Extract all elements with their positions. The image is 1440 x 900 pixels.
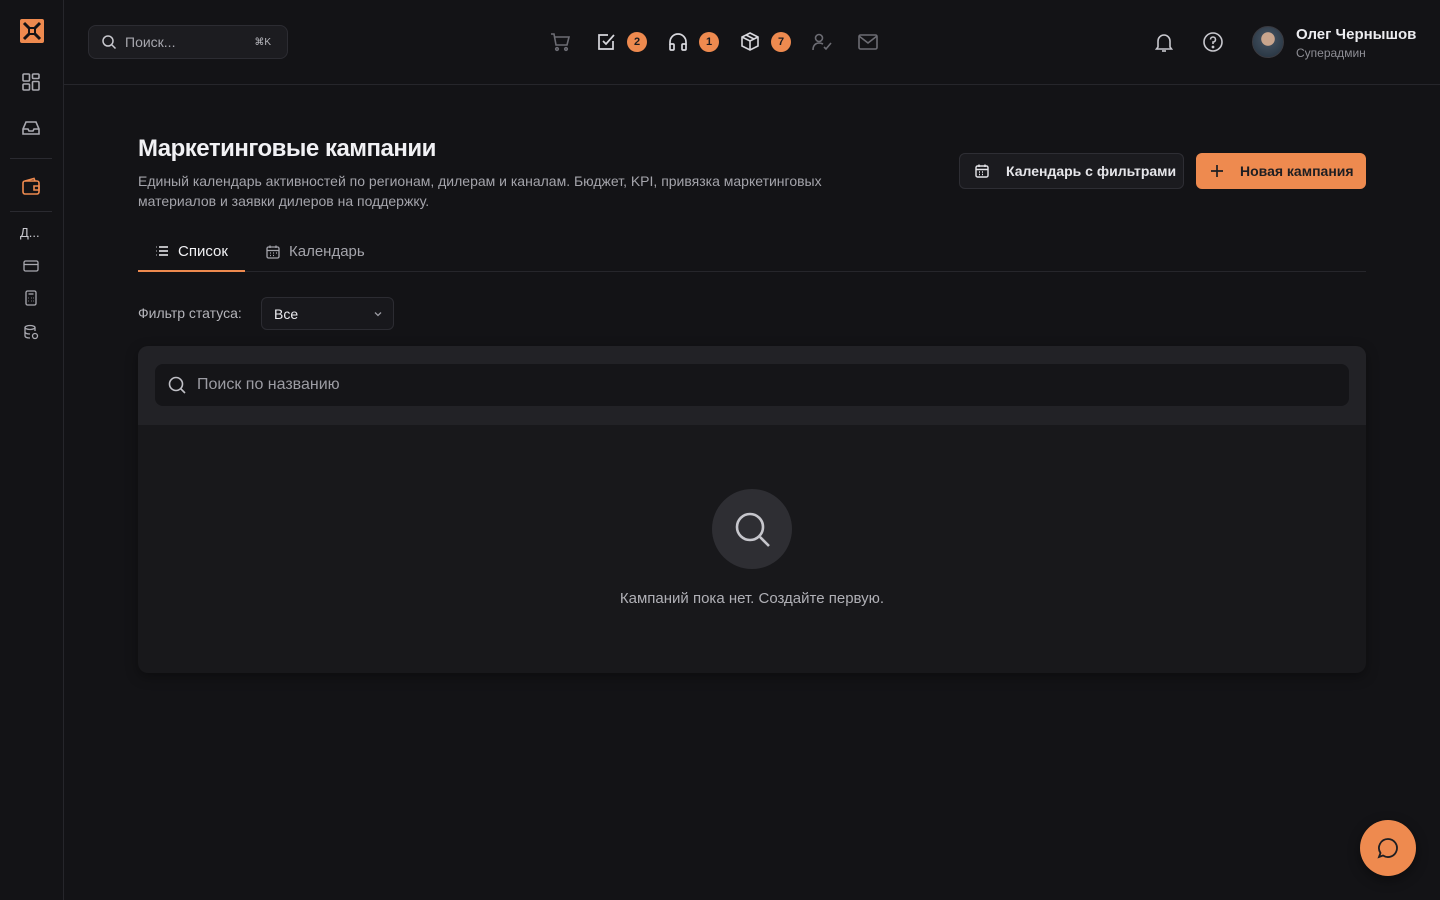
campaigns-panel: Поиск по названию Кампаний пока нет. Соз… bbox=[138, 346, 1366, 673]
bell-icon[interactable] bbox=[1152, 30, 1176, 54]
sidebar-item-label[interactable]: Д... bbox=[20, 225, 40, 240]
user-role: Суперадмин bbox=[1296, 46, 1366, 60]
tab-calendar-label: Календарь bbox=[289, 243, 365, 260]
wallet-icon[interactable] bbox=[19, 175, 43, 199]
tasks-badge: 2 bbox=[627, 32, 647, 52]
tab-list[interactable]: Список bbox=[138, 232, 245, 272]
dashboard-icon[interactable] bbox=[19, 70, 43, 94]
sidebar: Д... bbox=[0, 0, 64, 900]
search-icon bbox=[101, 34, 117, 50]
search-icon bbox=[167, 375, 187, 395]
sidebar-divider bbox=[10, 211, 52, 212]
calendar-icon bbox=[974, 163, 990, 179]
top-bar: Поиск... ⌘K 2 1 7 Олег Чернышов Суперадм… bbox=[64, 0, 1440, 85]
tasks-icon[interactable] bbox=[594, 30, 618, 54]
page-description: Единый календарь активностей по регионам… bbox=[138, 173, 822, 209]
package-icon[interactable] bbox=[738, 30, 762, 54]
calendar-filters-label: Календарь с фильтрами bbox=[1006, 163, 1177, 179]
database-icon[interactable] bbox=[19, 320, 43, 344]
list-icon bbox=[154, 243, 170, 259]
status-filter-label: Фильтр статуса: bbox=[138, 305, 242, 321]
new-campaign-button[interactable]: Новая кампания bbox=[1196, 153, 1366, 189]
support-badge: 1 bbox=[699, 32, 719, 52]
new-campaign-label: Новая кампания bbox=[1240, 163, 1354, 179]
chevron-down-icon bbox=[373, 309, 383, 319]
tab-list-label: Список bbox=[178, 242, 228, 260]
tab-calendar[interactable]: Календарь bbox=[265, 232, 365, 271]
campaign-search-input[interactable]: Поиск по названию bbox=[155, 364, 1349, 406]
panel-header: Поиск по названию bbox=[138, 346, 1366, 425]
page-title: Маркетинговые кампании bbox=[138, 135, 436, 162]
user-check-icon[interactable] bbox=[810, 30, 834, 54]
campaign-search-placeholder: Поиск по названию bbox=[197, 376, 340, 393]
chat-button[interactable] bbox=[1360, 820, 1416, 876]
sidebar-divider bbox=[10, 158, 52, 159]
inbox-icon[interactable] bbox=[19, 116, 43, 140]
empty-state-text: Кампаний пока нет. Создайте первую. bbox=[619, 590, 885, 607]
plus-icon bbox=[1210, 164, 1224, 178]
view-tabs: Список Календарь bbox=[138, 232, 1366, 272]
cart-icon[interactable] bbox=[548, 30, 572, 54]
empty-search-icon bbox=[712, 489, 792, 569]
calculator-icon[interactable] bbox=[19, 286, 43, 310]
headset-icon[interactable] bbox=[666, 30, 690, 54]
status-filter-select[interactable]: Все bbox=[261, 297, 394, 330]
mail-icon[interactable] bbox=[856, 30, 880, 54]
calendar-filters-button[interactable]: Календарь с фильтрами bbox=[959, 153, 1184, 189]
calendar-icon bbox=[265, 244, 281, 260]
help-icon[interactable] bbox=[1201, 30, 1225, 54]
packages-badge: 7 bbox=[771, 32, 791, 52]
logo-icon[interactable] bbox=[19, 18, 45, 44]
search-shortcut: ⌘K bbox=[254, 36, 271, 48]
card-icon[interactable] bbox=[19, 254, 43, 278]
chat-icon bbox=[1376, 836, 1400, 860]
global-search[interactable]: Поиск... ⌘K bbox=[88, 25, 288, 59]
search-placeholder: Поиск... bbox=[125, 34, 176, 50]
user-name[interactable]: Олег Чернышов bbox=[1296, 26, 1416, 43]
avatar[interactable] bbox=[1252, 26, 1284, 58]
status-filter-value: Все bbox=[274, 305, 299, 322]
